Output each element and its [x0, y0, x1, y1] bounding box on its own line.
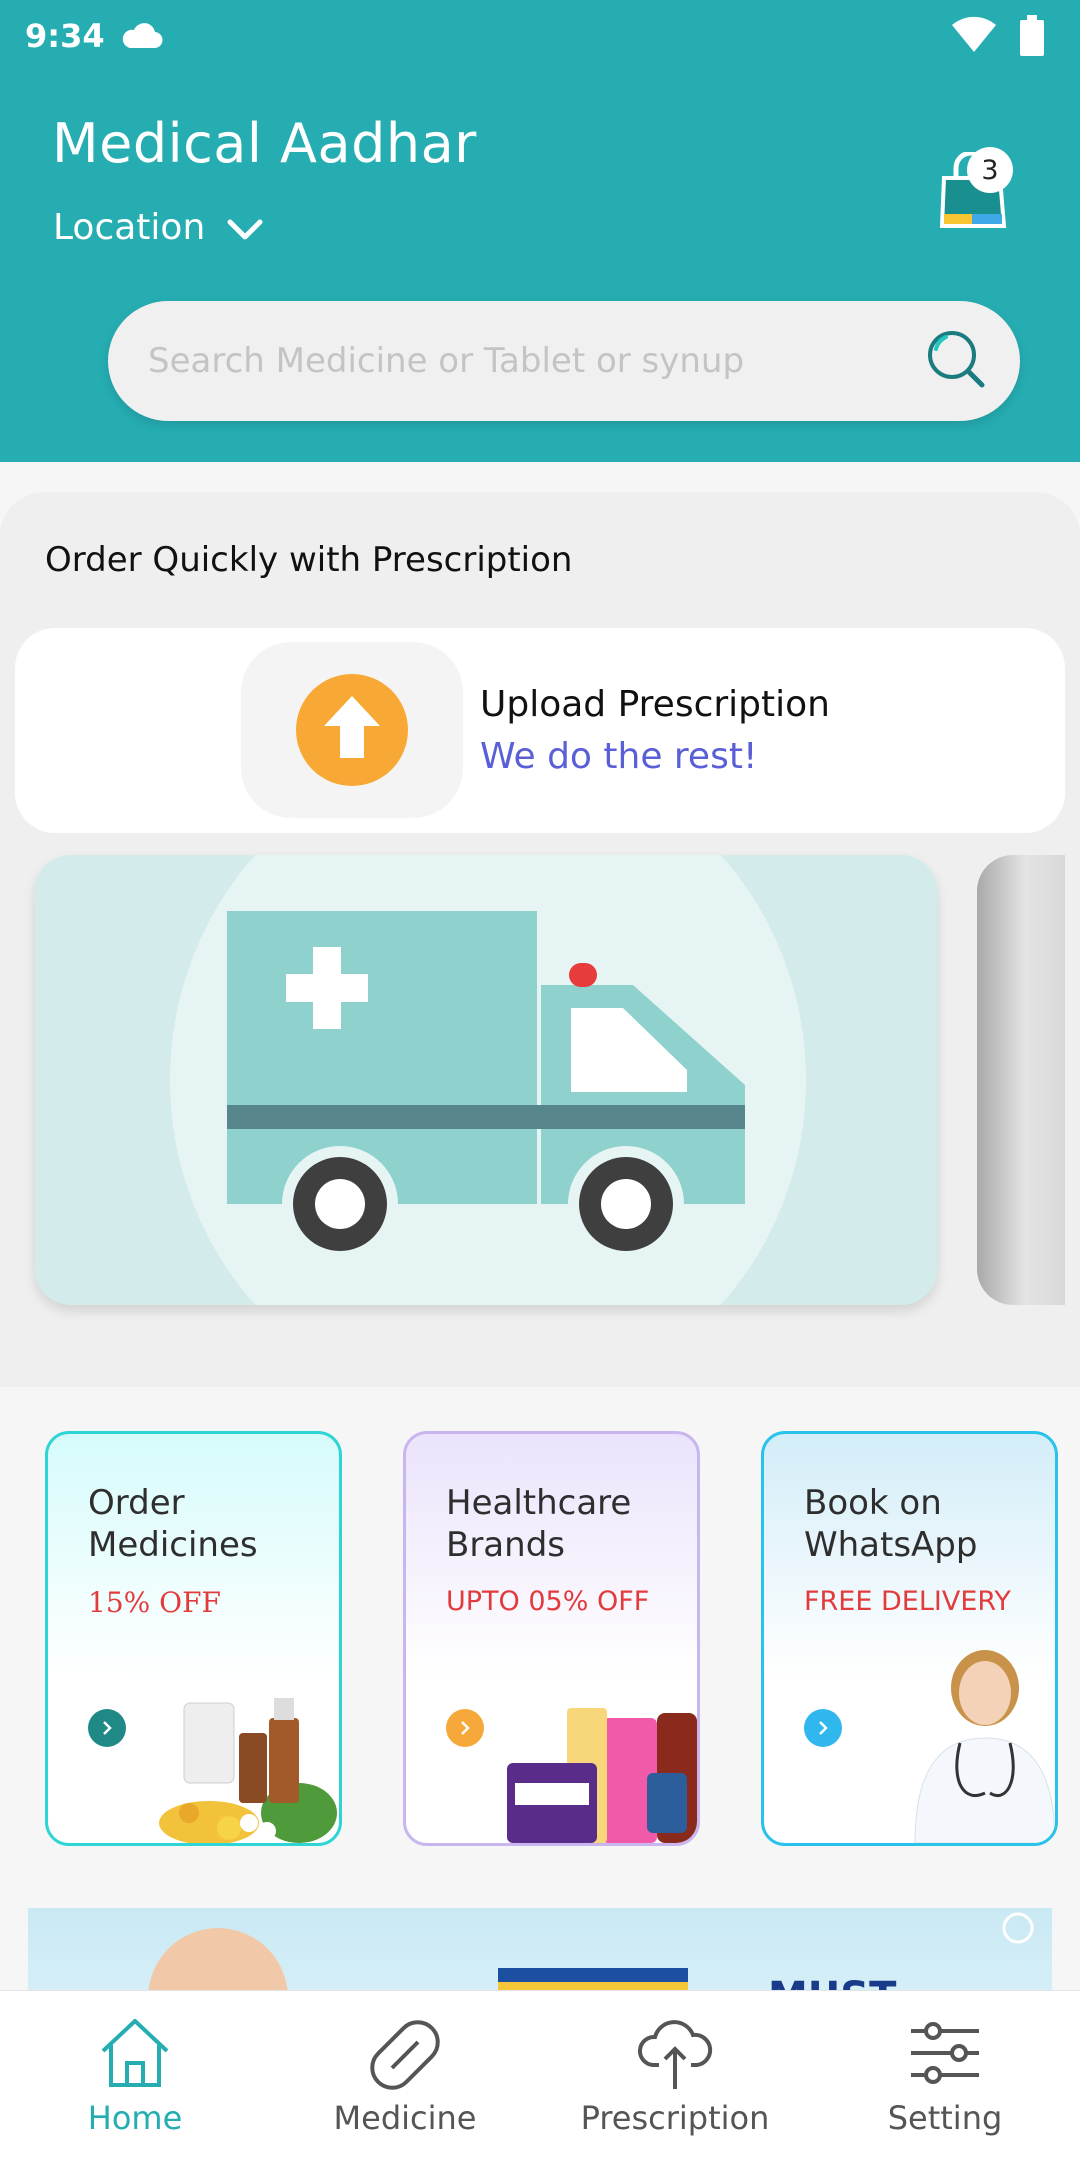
- chevron-right-icon[interactable]: [446, 1709, 484, 1747]
- nav-label: Prescription: [580, 2099, 770, 2137]
- app-title: Medical Aadhar: [52, 112, 477, 175]
- upload-icon-container: [241, 642, 463, 818]
- nav-medicine[interactable]: Medicine: [270, 1991, 540, 2160]
- promo-offer: UPTO 05% OFF: [446, 1586, 650, 1617]
- promo-title: Book on WhatsApp: [804, 1483, 978, 1565]
- nav-home[interactable]: Home: [0, 1991, 270, 2160]
- bottom-navigation: Home Medicine Prescription Setting: [0, 1990, 1080, 2160]
- section-title: Order Quickly with Prescription: [45, 540, 573, 580]
- promo-offer: 15% OFF: [88, 1586, 221, 1619]
- nav-prescription[interactable]: Prescription: [540, 1991, 810, 2160]
- cart-count-badge: 3: [967, 147, 1013, 193]
- healthcare-products-image: [507, 1708, 697, 1843]
- location-selector[interactable]: Location: [53, 205, 263, 250]
- chevron-right-icon[interactable]: [804, 1709, 842, 1747]
- search-icon[interactable]: [924, 327, 988, 395]
- upload-title: Upload Prescription: [480, 684, 830, 725]
- upload-subtitle: We do the rest!: [480, 736, 758, 777]
- app-header: 9:34 Medical Aadhar Location 3: [0, 0, 1080, 462]
- promo-title: Order Medicines: [88, 1483, 258, 1565]
- chevron-right-icon[interactable]: [88, 1709, 126, 1747]
- wifi-icon: [952, 16, 996, 62]
- upload-prescription-card[interactable]: Upload Prescription We do the rest!: [15, 628, 1065, 833]
- next-banner-peek[interactable]: [977, 855, 1065, 1305]
- search-input[interactable]: [148, 341, 924, 381]
- promo-title: Healthcare Brands: [446, 1483, 632, 1565]
- cloud-upload-icon: [637, 2020, 713, 2089]
- nav-label: Home: [87, 2099, 183, 2137]
- sliders-icon: [911, 2022, 979, 2084]
- medicine-bottles-image: [159, 1698, 337, 1843]
- battery-icon: [1019, 15, 1045, 65]
- cart-button[interactable]: 3: [938, 147, 1013, 232]
- promo-card-book-whatsapp[interactable]: Book on WhatsApp FREE DELIVERY: [761, 1431, 1058, 1846]
- ambulance-illustration: [35, 855, 937, 1305]
- pill-icon: [370, 2020, 440, 2090]
- status-bar: 9:34: [0, 0, 1080, 72]
- location-label: Location: [53, 207, 206, 248]
- home-icon: [101, 2019, 169, 2087]
- upload-arrow-icon: [296, 674, 408, 786]
- promo-card-healthcare-brands[interactable]: Healthcare Brands UPTO 05% OFF: [403, 1431, 700, 1846]
- cloud-icon: [120, 20, 164, 58]
- promo-card-order-medicines[interactable]: Order Medicines 15% OFF: [45, 1431, 342, 1846]
- ambulance-banner[interactable]: [35, 855, 937, 1305]
- status-time: 9:34: [25, 17, 105, 55]
- promo-offer: FREE DELIVERY: [804, 1586, 1011, 1617]
- doctor-image: [914, 1650, 1055, 1843]
- nav-label: Setting: [887, 2099, 1003, 2137]
- nav-setting[interactable]: Setting: [810, 1991, 1080, 2160]
- nav-label: Medicine: [333, 2099, 477, 2137]
- chevron-down-icon: [227, 209, 263, 250]
- search-bar[interactable]: [108, 301, 1020, 421]
